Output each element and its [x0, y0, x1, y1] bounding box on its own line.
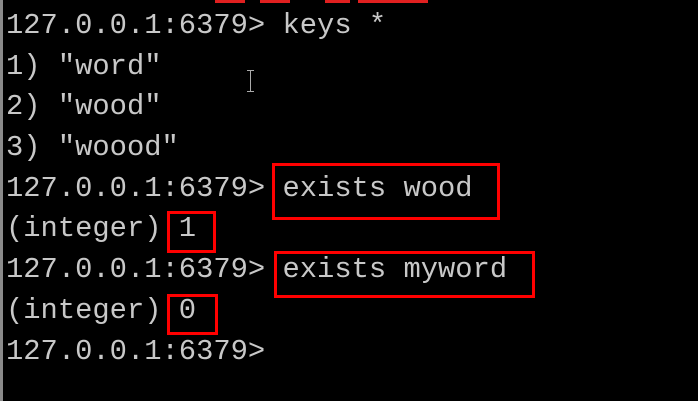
terminal-line: 2) "wood" — [6, 90, 162, 124]
highlight-box-exists-myword — [274, 251, 535, 298]
terminal-prompt[interactable]: 127.0.0.1:6379> — [6, 332, 507, 373]
terminal-line: 127.0.0.1:6379> keys * — [6, 9, 387, 42]
window-border — [0, 0, 3, 401]
red-mark — [325, 0, 350, 3]
highlight-box-result-1 — [167, 211, 216, 253]
highlight-box-exists-wood — [272, 163, 500, 220]
red-mark — [358, 0, 428, 3]
text-cursor-icon — [247, 70, 254, 92]
red-mark — [260, 0, 290, 3]
terminal-line: 1) "word" — [6, 49, 162, 83]
red-mark — [215, 0, 245, 3]
highlight-box-result-0 — [167, 294, 218, 335]
